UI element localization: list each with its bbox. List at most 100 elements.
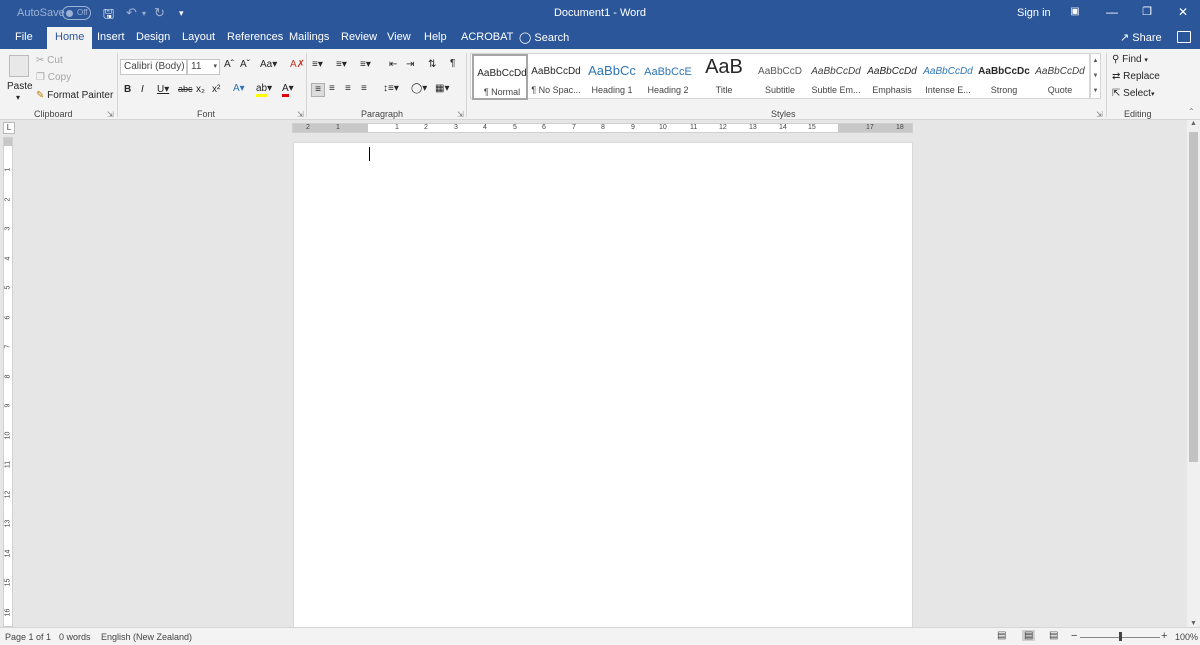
align-center-icon[interactable]: ≡ <box>329 83 335 94</box>
minimize-icon[interactable]: — <box>1104 4 1120 20</box>
collapse-ribbon-icon[interactable]: ⌃ <box>1188 107 1195 116</box>
horizontal-ruler[interactable]: 2 1 1 2 3 4 5 6 7 8 9 10 11 12 13 14 15 17 18 <box>292 123 913 133</box>
align-left-icon[interactable]: ≡ <box>311 83 325 97</box>
style-intense-emphasis[interactable]: AaBbCcDd Intense E... <box>920 54 976 100</box>
borders-icon[interactable]: ▦▾ <box>435 83 449 94</box>
tab-review[interactable]: Review <box>341 31 377 43</box>
tab-layout[interactable]: Layout <box>182 31 215 43</box>
multilevel-list-icon[interactable]: ≡▾ <box>360 59 371 70</box>
shading-icon[interactable]: ◯▾ <box>411 83 427 94</box>
highlight-color-icon[interactable]: ab▾ <box>256 83 272 97</box>
find-button[interactable]: ⚲ Find ▾ <box>1112 54 1148 65</box>
underline-icon[interactable]: U▾ <box>157 84 169 95</box>
zoom-slider-thumb[interactable] <box>1119 632 1122 641</box>
font-size-combo[interactable]: 11 ▾ <box>187 59 220 75</box>
tab-selector[interactable]: L <box>3 122 15 134</box>
text-effects-icon[interactable]: A▾ <box>233 83 245 94</box>
page-count[interactable]: Page 1 of 1 <box>5 632 51 642</box>
subscript-icon[interactable]: x₂ <box>196 84 205 95</box>
copy-button[interactable]: ❐ Copy <box>36 72 71 83</box>
style-subtle-emphasis[interactable]: AaBbCcDd Subtle Em... <box>808 54 864 100</box>
tab-help[interactable]: Help <box>424 31 447 43</box>
style-heading-2[interactable]: AaBbCcE Heading 2 <box>640 54 696 100</box>
sign-in-button[interactable]: Sign in <box>1017 7 1051 19</box>
vertical-ruler[interactable]: 1 2 3 4 5 6 7 8 9 10 11 12 13 14 15 16 <box>3 137 13 627</box>
italic-icon[interactable]: I <box>141 84 144 95</box>
style-emphasis[interactable]: AaBbCcDd Emphasis <box>864 54 920 100</box>
read-mode-icon[interactable]: ▤ <box>997 630 1006 641</box>
style-no-spacing[interactable]: AaBbCcDd ¶ No Spac... <box>528 54 584 100</box>
language-indicator[interactable]: English (New Zealand) <box>101 632 192 642</box>
comments-icon[interactable] <box>1177 31 1191 43</box>
print-layout-icon[interactable]: ▤ <box>1022 630 1036 641</box>
style-title[interactable]: AaB Title <box>696 54 752 100</box>
tab-insert[interactable]: Insert <box>97 31 125 43</box>
undo-dropdown-icon[interactable]: ▾ <box>142 9 146 18</box>
ribbon-display-options-icon[interactable]: ▣ <box>1067 4 1083 20</box>
select-button[interactable]: ⇱ Select▾ <box>1112 88 1154 99</box>
format-painter-button[interactable]: ✎ Format Painter <box>36 90 113 101</box>
sort-icon[interactable]: ⇅ <box>428 59 436 70</box>
tab-view[interactable]: View <box>387 31 411 43</box>
redo-icon[interactable]: ↻ <box>154 5 165 21</box>
strikethrough-icon[interactable]: abc <box>178 84 193 94</box>
numbering-icon[interactable]: ≡▾ <box>336 59 347 70</box>
styles-dialog-launcher[interactable]: ⇲ <box>1096 110 1103 119</box>
tab-mailings[interactable]: Mailings <box>289 31 329 43</box>
paste-button[interactable]: Paste <box>7 81 33 92</box>
bold-icon[interactable]: B <box>124 84 131 95</box>
tab-acrobat[interactable]: ACROBAT <box>461 31 513 43</box>
zoom-out-icon[interactable]: − <box>1071 630 1077 642</box>
replace-button[interactable]: ⇄ Replace <box>1112 71 1160 82</box>
styles-more-icon[interactable]: ▼ <box>1091 84 1100 98</box>
clipboard-paste-icon[interactable] <box>9 55 29 77</box>
grow-font-icon[interactable]: Aˆ <box>224 59 234 70</box>
styles-scroll-down-icon[interactable]: ▼ <box>1091 69 1100 84</box>
clipboard-dialog-launcher[interactable]: ⇲ <box>107 110 114 119</box>
document-page[interactable] <box>293 142 913 628</box>
style-normal[interactable]: AaBbCcDd ¶ Normal <box>472 54 528 100</box>
cut-button[interactable]: ✂ Cut <box>36 55 63 66</box>
save-icon[interactable]: 🖫 <box>103 5 114 27</box>
change-case-icon[interactable]: Aa▾ <box>260 59 277 70</box>
undo-icon[interactable]: ↶ <box>126 5 137 21</box>
close-icon[interactable]: ✕ <box>1175 4 1191 20</box>
tab-home[interactable]: Home <box>47 27 93 49</box>
scroll-down-icon[interactable]: ▼ <box>1187 620 1200 627</box>
shrink-font-icon[interactable]: Aˇ <box>240 59 250 70</box>
share-button[interactable]: ↗ Share <box>1120 31 1162 44</box>
web-layout-icon[interactable]: ▤ <box>1049 630 1058 641</box>
style-heading-1[interactable]: AaBbCc Heading 1 <box>584 54 640 100</box>
font-name-combo[interactable]: Calibri (Body) <box>120 59 187 75</box>
paste-dropdown-icon[interactable]: ▾ <box>16 93 20 102</box>
word-count[interactable]: 0 words <box>59 632 91 642</box>
zoom-in-icon[interactable]: + <box>1161 630 1167 642</box>
superscript-icon[interactable]: x² <box>212 84 220 95</box>
show-formatting-marks-icon[interactable]: ¶ <box>450 58 455 69</box>
font-dialog-launcher[interactable]: ⇲ <box>297 110 304 119</box>
styles-scroll[interactable]: ▲ ▼ ▼ <box>1090 53 1101 99</box>
style-quote[interactable]: AaBbCcDd Quote <box>1032 54 1088 100</box>
justify-icon[interactable]: ≡ <box>361 83 367 94</box>
styles-scroll-up-icon[interactable]: ▲ <box>1091 54 1100 69</box>
autosave-toggle[interactable]: Off <box>62 6 91 20</box>
customize-quick-access-icon[interactable]: ▾ <box>179 8 184 19</box>
bullets-icon[interactable]: ≡▾ <box>312 59 323 70</box>
tab-design[interactable]: Design <box>136 31 170 43</box>
style-strong[interactable]: AaBbCcDc Strong <box>976 54 1032 100</box>
clear-formatting-icon[interactable]: A✗ <box>290 59 305 70</box>
style-subtitle[interactable]: AaBbCcD Subtitle <box>752 54 808 100</box>
tab-file[interactable]: File <box>15 31 33 43</box>
scroll-up-icon[interactable]: ▲ <box>1187 120 1200 127</box>
decrease-indent-icon[interactable]: ⇤ <box>389 59 397 70</box>
zoom-level[interactable]: 100% <box>1175 632 1198 642</box>
restore-icon[interactable]: ❐ <box>1139 4 1155 20</box>
increase-indent-icon[interactable]: ⇥ <box>406 59 414 70</box>
vertical-scrollbar[interactable]: ▲ ▼ <box>1187 120 1200 627</box>
paragraph-dialog-launcher[interactable]: ⇲ <box>457 110 464 119</box>
tab-references[interactable]: References <box>227 31 283 43</box>
line-spacing-icon[interactable]: ↕≡▾ <box>383 83 399 94</box>
tell-me-search[interactable]: ◯ Search <box>519 31 569 44</box>
scroll-thumb[interactable] <box>1189 132 1198 462</box>
align-right-icon[interactable]: ≡ <box>345 83 351 94</box>
